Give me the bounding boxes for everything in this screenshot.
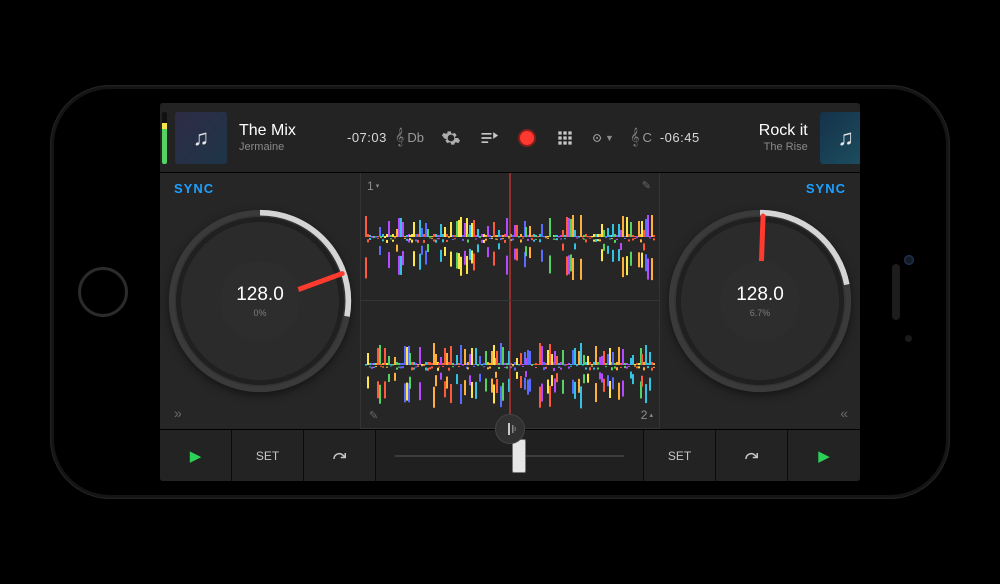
- automix-button[interactable]: ▼: [592, 127, 614, 149]
- phone-speaker: [892, 264, 900, 320]
- deck-a-cue-jump-button[interactable]: [304, 430, 376, 481]
- deck-a-header: ♫ The Mix Jermaine -07:03 𝄞Db: [160, 103, 430, 172]
- home-button[interactable]: [78, 267, 128, 317]
- crossfader-handle[interactable]: [512, 439, 526, 473]
- deck-a-jogwheel[interactable]: 128.0 0%: [170, 211, 350, 391]
- play-icon: ▶: [818, 447, 830, 465]
- deck-a-artwork[interactable]: ♫: [175, 112, 227, 164]
- deck-b-overview[interactable]: -06:45 𝄞C: [624, 103, 714, 172]
- deck-a-key: 𝄞Db: [395, 129, 424, 147]
- deck-a-artist: Jermaine: [239, 141, 327, 153]
- deck-a-waveform-lane[interactable]: 1▾ ✎: [361, 173, 659, 301]
- record-button[interactable]: [516, 127, 538, 149]
- deck-a-level-meter: [162, 112, 167, 164]
- deck-b-play-button[interactable]: ▶: [788, 430, 860, 481]
- gear-icon: [441, 128, 461, 148]
- front-camera: [904, 255, 914, 265]
- deck-b-artist: The Rise: [764, 141, 808, 153]
- music-note-icon: ♫: [175, 112, 227, 164]
- crossfader-curve-button[interactable]: [495, 414, 525, 444]
- deck-b-title: Rock it: [759, 122, 808, 140]
- redo-arrow-icon: [331, 449, 349, 463]
- treble-clef-icon: 𝄞: [630, 129, 639, 147]
- deck-b-waveform-lane[interactable]: 2▴ ✎: [361, 301, 659, 429]
- deck-b-time: -06:45: [660, 130, 700, 145]
- deck-b-track-meta[interactable]: Rock it The Rise: [714, 103, 814, 172]
- pad-grid-icon: [555, 128, 575, 148]
- play-icon: ▶: [190, 447, 202, 465]
- deck-a-cue-set-button[interactable]: SET: [232, 430, 304, 481]
- redo-arrow-icon: [743, 449, 761, 463]
- treble-clef-icon: 𝄞: [395, 129, 404, 147]
- deck-b-key: 𝄞C: [630, 129, 652, 147]
- crossfader-track: [395, 455, 625, 457]
- settings-button[interactable]: [440, 127, 462, 149]
- deck-a-time: -07:03: [347, 130, 387, 145]
- deck-b-wheel-zone: 128.0 6.7%: [660, 173, 860, 429]
- edit-lane-1-button[interactable]: ✎: [642, 179, 651, 192]
- deck-b-jogwheel[interactable]: 128.0 6.7%: [670, 211, 850, 391]
- lane-2-label: 2▴: [641, 408, 653, 422]
- deck-b-cue-set-button[interactable]: SET: [644, 430, 716, 481]
- deck-b-bpm-display[interactable]: 128.0 6.7%: [720, 261, 799, 340]
- playhead-line: [510, 301, 511, 428]
- deck-a-wheel-zone: 128.0 0%: [160, 173, 360, 429]
- deck-a-bpm-display[interactable]: 128.0 0%: [220, 261, 299, 340]
- playhead-line: [510, 173, 511, 300]
- app-screen: ♫ The Mix Jermaine -07:03 𝄞Db: [160, 103, 860, 481]
- queue-button[interactable]: [478, 127, 500, 149]
- crossfader-icon: [502, 422, 518, 436]
- edit-lane-2-button[interactable]: ✎: [369, 409, 378, 422]
- playlist-icon: [479, 128, 499, 148]
- deck-b-header: ♫ Rock it The Rise -06:45 𝄞C: [624, 103, 860, 172]
- music-note-icon: ♫: [820, 112, 860, 164]
- deck-a-play-button[interactable]: ▶: [160, 430, 232, 481]
- waveform-panel: 1▾ ✎ 2▴ ✎: [360, 173, 660, 429]
- deck-a-track-meta[interactable]: The Mix Jermaine: [233, 103, 333, 172]
- mixer-area: SYNC SYNC » « 128.0 0%: [160, 173, 860, 429]
- chevron-down-icon: ▼: [605, 133, 614, 143]
- deck-a-overview[interactable]: -07:03 𝄞Db: [333, 103, 430, 172]
- record-icon: [518, 129, 536, 147]
- turntable-icon: [592, 128, 602, 148]
- lane-1-label: 1▾: [367, 179, 379, 193]
- sampler-button[interactable]: [554, 127, 576, 149]
- phone-frame: ♫ The Mix Jermaine -07:03 𝄞Db: [50, 85, 950, 499]
- center-toolbar: ▼: [430, 103, 624, 172]
- deck-b-artwork[interactable]: ♫: [820, 112, 860, 164]
- deck-b-cue-jump-button[interactable]: [716, 430, 788, 481]
- deck-a-title: The Mix: [239, 122, 327, 140]
- proximity-sensor: [905, 335, 912, 342]
- top-bar: ♫ The Mix Jermaine -07:03 𝄞Db: [160, 103, 860, 173]
